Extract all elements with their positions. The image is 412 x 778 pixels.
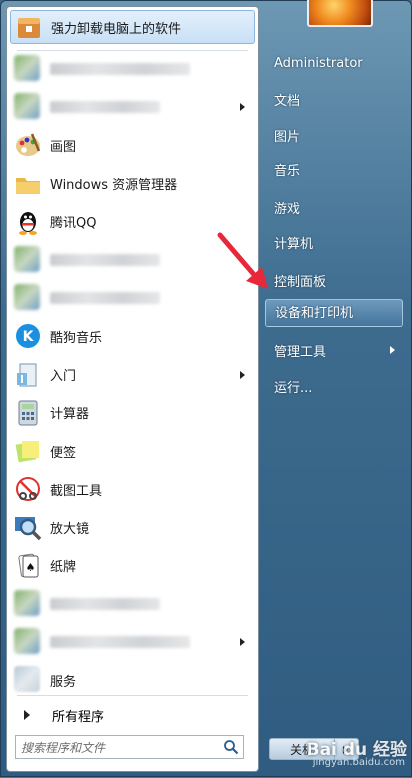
places-item-label: 计算机 bbox=[274, 237, 314, 252]
uninstall-box-icon bbox=[15, 13, 43, 41]
program-item-label: 强力卸载电脑上的软件 bbox=[51, 21, 182, 37]
services-gear-icon bbox=[14, 666, 42, 694]
program-item[interactable]: 画图 bbox=[10, 128, 255, 162]
snipping-tool-icon bbox=[14, 475, 42, 503]
program-item[interactable]: ♠ 纸牌 bbox=[10, 549, 255, 583]
places-item-label: Administrator bbox=[274, 56, 363, 71]
places-item-label: 文档 bbox=[274, 94, 301, 109]
submenu-arrow-icon[interactable] bbox=[240, 103, 245, 112]
program-item[interactable]: 放大镜 bbox=[10, 510, 255, 544]
program-item-blurred[interactable] bbox=[10, 587, 255, 621]
getting-started-icon bbox=[14, 361, 42, 389]
program-item-label: 画图 bbox=[50, 139, 77, 155]
places-item[interactable]: 文档 bbox=[274, 90, 300, 109]
program-item-label: 服务 bbox=[50, 674, 77, 690]
places-item-label: 设备和打印机 bbox=[275, 306, 354, 321]
places-item-label: 游戏 bbox=[274, 202, 301, 217]
program-item-label: 腾讯QQ bbox=[50, 216, 97, 232]
annotation-red-arrow-icon bbox=[217, 232, 268, 289]
program-item[interactable]: 强力卸载电脑上的软件 bbox=[10, 10, 255, 44]
blurred-app-icon bbox=[14, 589, 42, 618]
program-item-label: 纸牌 bbox=[50, 560, 77, 576]
places-item[interactable]: 运行... bbox=[274, 377, 312, 396]
calculator-icon bbox=[14, 399, 42, 427]
paint-palette-icon bbox=[14, 131, 42, 159]
blurred-label bbox=[50, 63, 190, 75]
program-item[interactable]: 便签 bbox=[10, 434, 255, 468]
places-item[interactable]: 图片 bbox=[274, 126, 300, 145]
blurred-app-icon bbox=[14, 628, 42, 656]
all-programs-button[interactable]: 所有程序 bbox=[10, 701, 255, 729]
program-item[interactable]: 服务 bbox=[10, 663, 255, 697]
places-panel: Administrator 文档图片音乐游戏计算机控制面板设备和打印机 管理工具运行… bbox=[261, 0, 412, 778]
submenu-arrow-icon[interactable] bbox=[390, 346, 395, 354]
blurred-label bbox=[50, 636, 190, 648]
places-item[interactable]: Administrator bbox=[274, 56, 363, 71]
program-item-label: 便签 bbox=[50, 445, 77, 461]
places-item[interactable]: 音乐 bbox=[274, 160, 300, 179]
places-item[interactable]: 控制面板 bbox=[274, 271, 326, 290]
sticky-notes-icon bbox=[14, 437, 42, 465]
submenu-arrow-icon[interactable] bbox=[240, 370, 245, 379]
folder-explorer-icon bbox=[14, 170, 42, 198]
program-item-label: Windows 资源管理器 bbox=[50, 178, 178, 194]
svg-text:♠: ♠ bbox=[26, 561, 36, 574]
places-item-label: 图片 bbox=[274, 130, 301, 145]
program-item-label: 放大镜 bbox=[50, 521, 90, 537]
blurred-label bbox=[50, 292, 160, 305]
search-icon[interactable] bbox=[223, 739, 239, 755]
blurred-label bbox=[50, 597, 160, 610]
qq-penguin-icon bbox=[14, 208, 42, 236]
places-item-label: 音乐 bbox=[274, 164, 301, 179]
search-placeholder: 搜索程序和文件 bbox=[21, 740, 106, 755]
blurred-app-icon bbox=[14, 93, 42, 121]
program-item-blurred[interactable] bbox=[10, 625, 255, 659]
places-item-label: 控制面板 bbox=[274, 275, 327, 290]
submenu-arrow-icon[interactable] bbox=[240, 638, 245, 646]
program-item-blurred[interactable] bbox=[10, 52, 255, 86]
all-programs-label: 所有程序 bbox=[52, 709, 105, 725]
solitaire-cards-icon: ♠ bbox=[14, 552, 42, 580]
places-item[interactable]: 计算机 bbox=[274, 233, 313, 252]
places-item[interactable]: 管理工具 bbox=[274, 341, 326, 360]
places-item-label: 管理工具 bbox=[274, 345, 327, 360]
watermark-url: jingyan.baidu.com bbox=[312, 757, 405, 768]
program-item-label: 入门 bbox=[50, 369, 77, 385]
program-item[interactable]: Windows 资源管理器 bbox=[10, 167, 255, 201]
program-item[interactable]: K 酷狗音乐 bbox=[10, 319, 255, 353]
program-item-blurred[interactable] bbox=[10, 90, 255, 124]
search-input[interactable]: 搜索程序和文件 bbox=[15, 735, 244, 759]
start-menu: 所有程序 强力卸载电脑上的软件 画图 Windows 资源管理器 腾讯QQ K 酷狗音乐入… bbox=[0, 0, 412, 777]
programs-panel: 所有程序 强力卸载电脑上的软件 画图 Windows 资源管理器 腾讯QQ K 酷狗音乐入… bbox=[6, 6, 259, 772]
separator bbox=[17, 50, 248, 51]
user-avatar-flower-icon[interactable] bbox=[307, 0, 373, 27]
places-item[interactable]: 设备和打印机 bbox=[265, 299, 403, 327]
places-item[interactable]: 游戏 bbox=[274, 198, 300, 217]
blurred-label bbox=[50, 254, 160, 266]
program-item-label: 计算器 bbox=[50, 407, 90, 423]
expand-triangle-icon bbox=[24, 710, 30, 720]
program-item-label: 截图工具 bbox=[50, 483, 103, 499]
program-item[interactable]: 入门 bbox=[10, 358, 255, 392]
magnifier-icon bbox=[14, 513, 42, 541]
program-item-label: 酷狗音乐 bbox=[50, 330, 103, 346]
blurred-app-icon bbox=[14, 284, 42, 312]
blurred-label bbox=[50, 101, 160, 114]
program-item[interactable]: 截图工具 bbox=[10, 472, 255, 506]
svg-text:K: K bbox=[23, 329, 35, 345]
blurred-app-icon bbox=[14, 55, 42, 83]
places-item-label: 运行... bbox=[274, 381, 313, 396]
program-item[interactable]: 计算器 bbox=[10, 396, 255, 430]
blurred-app-icon bbox=[14, 246, 42, 274]
kugou-music-icon: K bbox=[14, 322, 42, 350]
